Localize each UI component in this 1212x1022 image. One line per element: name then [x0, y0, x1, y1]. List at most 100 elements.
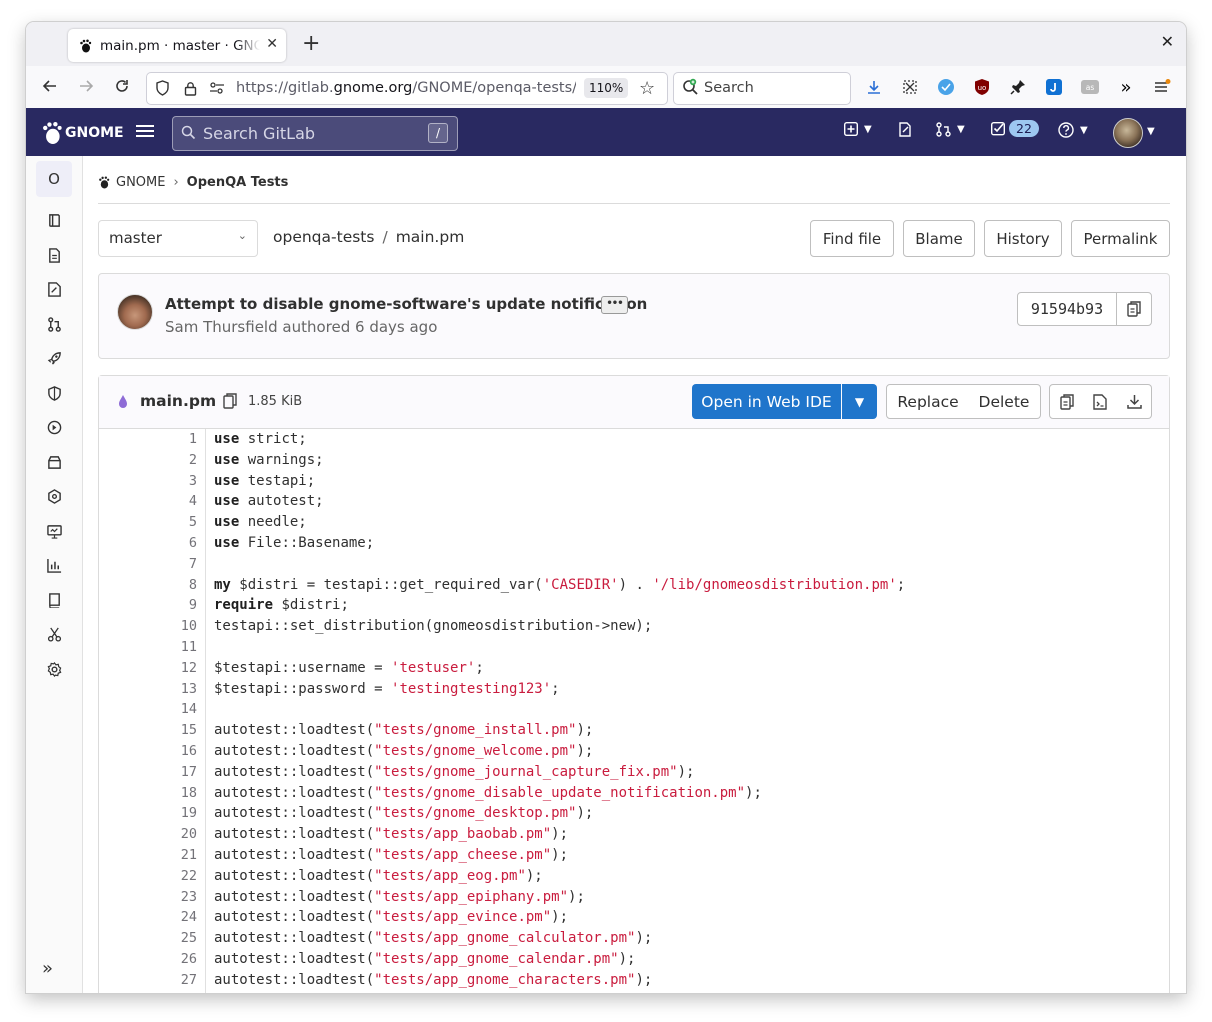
lock-icon[interactable]: [181, 79, 199, 97]
commit-sha[interactable]: 91594b93: [1017, 292, 1117, 326]
copy-contents-icon[interactable]: [1049, 384, 1085, 419]
line-number[interactable]: 17: [137, 762, 197, 783]
lastfm-extension-icon[interactable]: as: [1080, 77, 1100, 97]
line-number[interactable]: 22: [137, 866, 197, 887]
copy-path-icon[interactable]: [223, 393, 237, 413]
shield-icon[interactable]: [45, 384, 63, 402]
create-new-button[interactable]: ▼: [844, 122, 872, 136]
wiki-book-icon[interactable]: [45, 591, 63, 609]
new-tab-button[interactable]: +: [302, 31, 320, 57]
bookmark-star-icon[interactable]: ☆: [639, 78, 655, 99]
replace-button[interactable]: Replace: [886, 384, 970, 419]
package-icon[interactable]: [45, 453, 63, 471]
line-number[interactable]: 15: [137, 720, 197, 741]
rocket-icon[interactable]: [45, 349, 63, 367]
path-repo-link[interactable]: openqa-tests: [273, 228, 374, 246]
joplin-extension-icon[interactable]: [1044, 77, 1064, 97]
line-number[interactable]: 27: [137, 970, 197, 991]
history-button[interactable]: History: [984, 220, 1062, 257]
commit-author-avatar[interactable]: [117, 294, 153, 330]
download-icon[interactable]: [1117, 384, 1152, 419]
line-number[interactable]: 26: [137, 949, 197, 970]
merge-requests-button[interactable]: ▼: [936, 122, 965, 137]
breadcrumb-project[interactable]: OpenQA Tests: [187, 175, 289, 190]
find-file-button[interactable]: Find file: [810, 220, 894, 257]
line-number[interactable]: 1: [137, 429, 197, 450]
infrastructure-icon[interactable]: [45, 487, 63, 505]
line-number[interactable]: 9: [137, 595, 197, 616]
gitlab-search-input[interactable]: Search GitLab /: [172, 116, 458, 151]
merge-request-icon[interactable]: [45, 315, 63, 333]
web-ide-dropdown-chevron-icon[interactable]: ▼: [842, 384, 877, 419]
downloads-icon[interactable]: [864, 77, 884, 97]
screenshot-icon[interactable]: [900, 77, 920, 97]
user-menu-chevron-icon[interactable]: ▼: [1147, 126, 1155, 137]
hamburger-menu-icon[interactable]: [136, 122, 154, 140]
line-number[interactable]: 6: [137, 533, 197, 554]
line-number[interactable]: 4: [137, 491, 197, 512]
deployments-icon[interactable]: [45, 418, 63, 436]
reload-icon[interactable]: [111, 75, 133, 97]
tab-close-icon[interactable]: ✕: [266, 36, 278, 52]
forward-arrow-icon[interactable]: [75, 75, 97, 97]
repository-icon[interactable]: [45, 211, 63, 229]
project-avatar[interactable]: O: [36, 161, 72, 197]
open-web-ide-button[interactable]: Open in Web IDE: [692, 384, 841, 419]
url-text[interactable]: https://gitlab.gnome.org/GNOME/openqa-te…: [236, 80, 576, 96]
line-number[interactable]: 20: [137, 824, 197, 845]
delete-button[interactable]: Delete: [968, 384, 1041, 419]
line-number[interactable]: 23: [137, 887, 197, 908]
permalink-button[interactable]: Permalink: [1071, 220, 1170, 257]
line-number[interactable]: 24: [137, 907, 197, 928]
code-line: 23 autotest::loadtest("tests/app_epiphany…: [99, 887, 1169, 908]
line-number[interactable]: 8: [137, 575, 197, 596]
commit-message[interactable]: Attempt to disable gnome-software's upda…: [165, 295, 647, 313]
shield-tracking-icon[interactable]: [153, 79, 171, 97]
file-icon[interactable]: [45, 246, 63, 264]
browser-tab-active[interactable]: main.pm · master · GNOME / OpenQA Tests …: [68, 29, 286, 62]
monitor-icon[interactable]: [45, 522, 63, 540]
window-close-button[interactable]: ✕: [1161, 32, 1174, 51]
zoom-level[interactable]: 110%: [584, 78, 629, 98]
copy-sha-icon[interactable]: [1116, 292, 1152, 326]
line-number[interactable]: 14: [137, 699, 197, 720]
code-view[interactable]: 1 use strict; 2 use warnings; 3 use testapi; 4…: [99, 429, 1169, 993]
app-menu-icon[interactable]: [1152, 77, 1172, 97]
back-arrow-icon[interactable]: [39, 75, 61, 97]
user-avatar[interactable]: [1113, 118, 1143, 148]
line-number[interactable]: 2: [137, 450, 197, 471]
line-number[interactable]: 18: [137, 783, 197, 804]
help-button[interactable]: ▼: [1058, 122, 1088, 138]
analytics-icon[interactable]: [45, 556, 63, 574]
branch-selector[interactable]: master ⌄: [98, 220, 258, 257]
line-number[interactable]: 19: [137, 803, 197, 824]
pin-extension-icon[interactable]: [1008, 77, 1028, 97]
line-number[interactable]: 10: [137, 616, 197, 637]
issues-icon[interactable]: [898, 122, 912, 137]
blame-button[interactable]: Blame: [903, 220, 975, 257]
ublock-origin-icon[interactable]: uo: [972, 77, 992, 97]
line-number[interactable]: 5: [137, 512, 197, 533]
line-number[interactable]: 21: [137, 845, 197, 866]
line-number[interactable]: 3: [137, 471, 197, 492]
open-raw-icon[interactable]: [1083, 384, 1118, 419]
gnome-logo[interactable]: GNOME: [41, 121, 124, 145]
line-number[interactable]: 25: [137, 928, 197, 949]
line-number[interactable]: 7: [137, 554, 197, 575]
line-number[interactable]: 13: [137, 679, 197, 700]
line-number[interactable]: 11: [137, 637, 197, 658]
expand-sidebar-icon[interactable]: »: [42, 958, 53, 979]
line-number[interactable]: 16: [137, 741, 197, 762]
snippets-scissors-icon[interactable]: [45, 625, 63, 643]
url-bar[interactable]: https://gitlab.gnome.org/GNOME/openqa-te…: [146, 72, 668, 105]
commit-expand-button[interactable]: •••: [601, 296, 628, 314]
issues-icon[interactable]: [45, 280, 63, 298]
breadcrumb-group[interactable]: GNOME: [116, 175, 165, 190]
settings-gear-icon[interactable]: [45, 660, 63, 678]
bitwarden-extension-icon[interactable]: [936, 77, 956, 97]
line-number[interactable]: 12: [137, 658, 197, 679]
permissions-icon[interactable]: [208, 79, 226, 97]
overflow-chevrons-icon[interactable]: »: [1116, 77, 1136, 98]
todos-button[interactable]: 22: [991, 120, 1039, 137]
browser-search-input[interactable]: Search: [673, 72, 851, 105]
